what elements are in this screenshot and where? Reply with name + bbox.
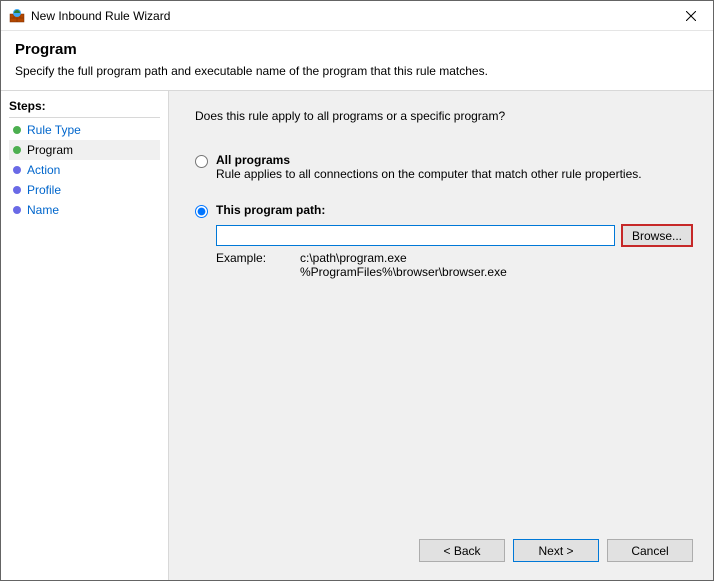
steps-title: Steps: bbox=[9, 95, 160, 118]
window-title: New Inbound Rule Wizard bbox=[31, 9, 668, 23]
step-label: Program bbox=[27, 143, 73, 157]
back-button[interactable]: < Back bbox=[419, 539, 505, 562]
radio-program-path[interactable] bbox=[195, 205, 208, 218]
step-profile[interactable]: Profile bbox=[9, 180, 160, 200]
step-bullet-icon bbox=[13, 126, 21, 134]
example-text: c:\path\program.exe %ProgramFiles%\brows… bbox=[300, 251, 507, 279]
step-label: Profile bbox=[27, 183, 61, 197]
example-label: Example: bbox=[216, 251, 272, 279]
wizard-header: Program Specify the full program path an… bbox=[1, 31, 713, 91]
step-action[interactable]: Action bbox=[9, 160, 160, 180]
program-path-input[interactable] bbox=[216, 225, 615, 246]
step-bullet-icon bbox=[13, 166, 21, 174]
step-bullet-icon bbox=[13, 206, 21, 214]
step-label: Action bbox=[27, 163, 60, 177]
next-button[interactable]: Next > bbox=[513, 539, 599, 562]
main-panel: Does this rule apply to all programs or … bbox=[169, 91, 713, 580]
step-label: Rule Type bbox=[27, 123, 81, 137]
cancel-button[interactable]: Cancel bbox=[607, 539, 693, 562]
step-name[interactable]: Name bbox=[9, 200, 160, 220]
wizard-buttons: < Back Next > Cancel bbox=[195, 533, 693, 568]
close-button[interactable] bbox=[668, 1, 713, 30]
option-all-title: All programs bbox=[216, 153, 693, 167]
step-bullet-icon bbox=[13, 146, 21, 154]
wizard-window: New Inbound Rule Wizard Program Specify … bbox=[0, 0, 714, 581]
step-rule-type[interactable]: Rule Type bbox=[9, 120, 160, 140]
option-all-desc: Rule applies to all connections on the c… bbox=[216, 167, 693, 181]
example-row: Example: c:\path\program.exe %ProgramFil… bbox=[216, 251, 693, 279]
step-program[interactable]: Program bbox=[9, 140, 160, 160]
steps-sidebar: Steps: Rule Type Program Action Profile … bbox=[1, 91, 169, 580]
titlebar: New Inbound Rule Wizard bbox=[1, 1, 713, 31]
option-path-title: This program path: bbox=[216, 203, 693, 217]
option-all-programs[interactable]: All programs Rule applies to all connect… bbox=[195, 153, 693, 181]
page-title: Program bbox=[15, 41, 699, 58]
step-label: Name bbox=[27, 203, 59, 217]
step-bullet-icon bbox=[13, 186, 21, 194]
firewall-icon bbox=[9, 8, 25, 24]
question-text: Does this rule apply to all programs or … bbox=[195, 109, 693, 123]
radio-all-programs[interactable] bbox=[195, 155, 208, 168]
browse-button[interactable]: Browse... bbox=[621, 224, 693, 247]
page-subtitle: Specify the full program path and execut… bbox=[15, 64, 699, 78]
option-program-path[interactable]: This program path: bbox=[195, 203, 693, 218]
